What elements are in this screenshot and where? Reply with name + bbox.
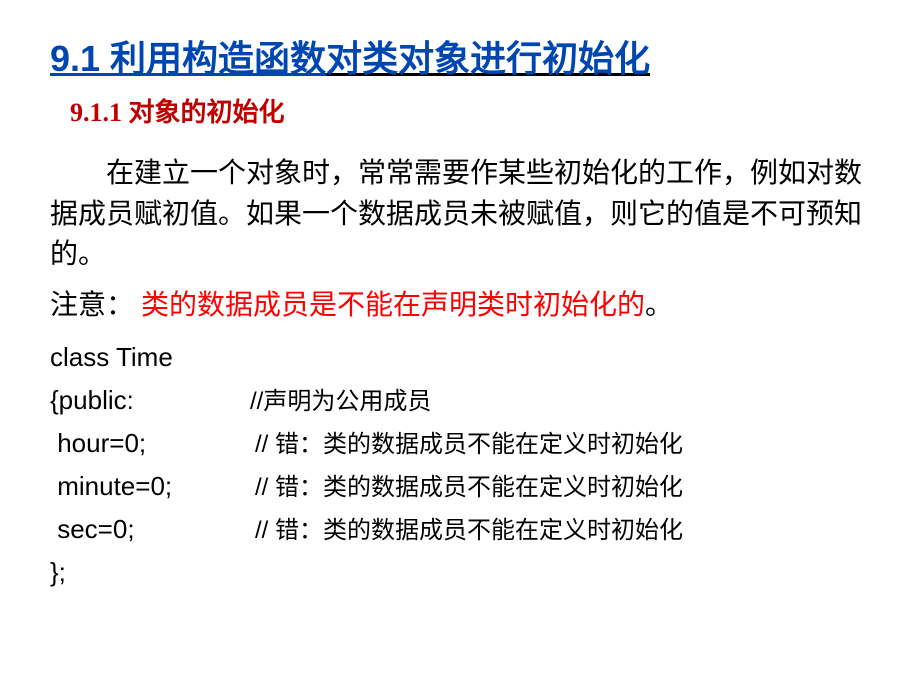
heading-part1: 9.1 利用构造函数 bbox=[50, 38, 326, 79]
sub-heading: 9.1.1 对象的初始化 bbox=[70, 92, 870, 129]
code-text: minute=0; bbox=[50, 465, 220, 508]
note-label: 注意： bbox=[50, 290, 141, 321]
code-line-1: class Time bbox=[50, 336, 870, 379]
code-line-6: }; bbox=[50, 551, 870, 594]
code-text: class Time bbox=[50, 336, 173, 379]
note-content: 类的数据成员是不能在声明类时初始化的 bbox=[141, 290, 645, 321]
code-block: class Time {public: //声明为公用成员 hour=0; //… bbox=[50, 336, 870, 593]
heading-part2: 对类对象进行初始化 bbox=[326, 38, 650, 79]
code-text: }; bbox=[50, 551, 66, 594]
code-line-2: {public: //声明为公用成员 bbox=[50, 379, 870, 422]
code-text: {public: bbox=[50, 379, 240, 422]
code-comment: // 错：类的数据成员不能在定义时初始化 bbox=[255, 511, 683, 551]
code-line-4: minute=0; // 错：类的数据成员不能在定义时初始化 bbox=[50, 465, 870, 508]
code-text: hour=0; bbox=[50, 422, 220, 465]
code-text: sec=0; bbox=[50, 508, 220, 551]
code-comment: //声明为公用成员 bbox=[250, 382, 431, 422]
note-block: 注意： 类的数据成员是不能在声明类时初始化的。 bbox=[50, 286, 870, 327]
code-line-5: sec=0; // 错：类的数据成员不能在定义时初始化 bbox=[50, 508, 870, 551]
main-heading: 9.1 利用构造函数对类对象进行初始化 bbox=[50, 30, 870, 82]
code-line-3: hour=0; // 错：类的数据成员不能在定义时初始化 bbox=[50, 422, 870, 465]
code-comment: // 错：类的数据成员不能在定义时初始化 bbox=[255, 468, 683, 508]
paragraph-intro: 在建立一个对象时，常常需要作某些初始化的工作，例如对数据成员赋初值。如果一个数据… bbox=[50, 154, 870, 276]
note-dot: 。 bbox=[645, 290, 673, 321]
code-comment: // 错：类的数据成员不能在定义时初始化 bbox=[255, 425, 683, 465]
